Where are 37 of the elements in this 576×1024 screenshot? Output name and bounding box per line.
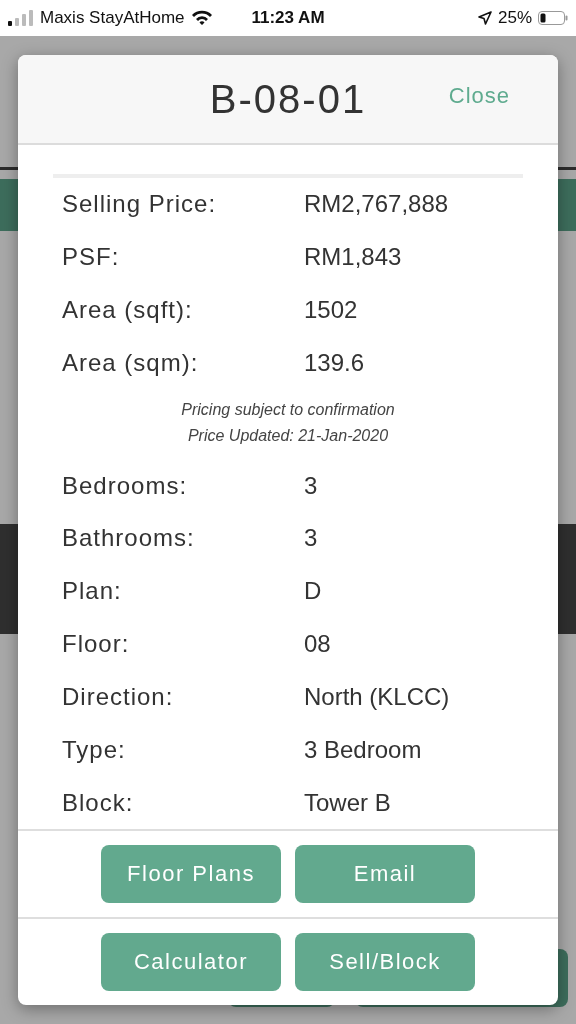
battery-icon <box>538 11 568 25</box>
field-value: D <box>304 577 322 606</box>
location-arrow-icon <box>478 11 492 25</box>
field-value: 3 <box>304 524 318 553</box>
action-button[interactable]: Calculator <box>101 933 281 991</box>
dialog-title: B-08-01 <box>209 76 367 122</box>
field-value: Tower B <box>304 788 391 817</box>
close-button[interactable]: Close <box>448 83 510 109</box>
action-button[interactable]: Floor Plans <box>101 845 281 903</box>
field-value: 08 <box>304 630 331 659</box>
pricing-note: Pricing subject to confirmation <box>181 400 395 421</box>
field-value: 1502 <box>304 295 358 324</box>
field-value: 3 <box>304 471 318 500</box>
field-label: Selling Price: <box>62 190 218 219</box>
clock-time: 11:23 AM <box>251 8 325 28</box>
wifi-icon <box>190 10 213 26</box>
signal-icon <box>8 10 34 26</box>
field-value: RM1,843 <box>304 243 402 272</box>
field-label: Bedrooms: <box>62 471 189 500</box>
field-label: Bathrooms: <box>62 524 196 553</box>
battery-percent: 25% <box>498 8 532 28</box>
field-label: Block: <box>62 788 135 817</box>
action-button[interactable]: Email <box>295 845 475 903</box>
field-label: PSF: <box>62 243 121 272</box>
field-value: North (KLCC) <box>304 682 450 711</box>
pricing-note: Price Updated: 21-Jan-2020 <box>187 426 389 447</box>
field-label: Plan: <box>62 577 123 606</box>
field-label: Direction: <box>62 682 175 711</box>
field-value: RM2,767,888 <box>304 190 449 219</box>
carrier-name: Maxis StayAtHome <box>40 8 185 28</box>
field-label: Area (sqm): <box>62 348 200 377</box>
field-value: 139.6 <box>304 348 365 377</box>
action-button[interactable]: Sell/Block <box>295 933 475 991</box>
field-label: Area (sqft): <box>62 295 194 324</box>
field-label: Type: <box>62 735 127 764</box>
field-label: Floor: <box>62 630 131 659</box>
field-value: 3 Bedroom <box>304 735 422 764</box>
